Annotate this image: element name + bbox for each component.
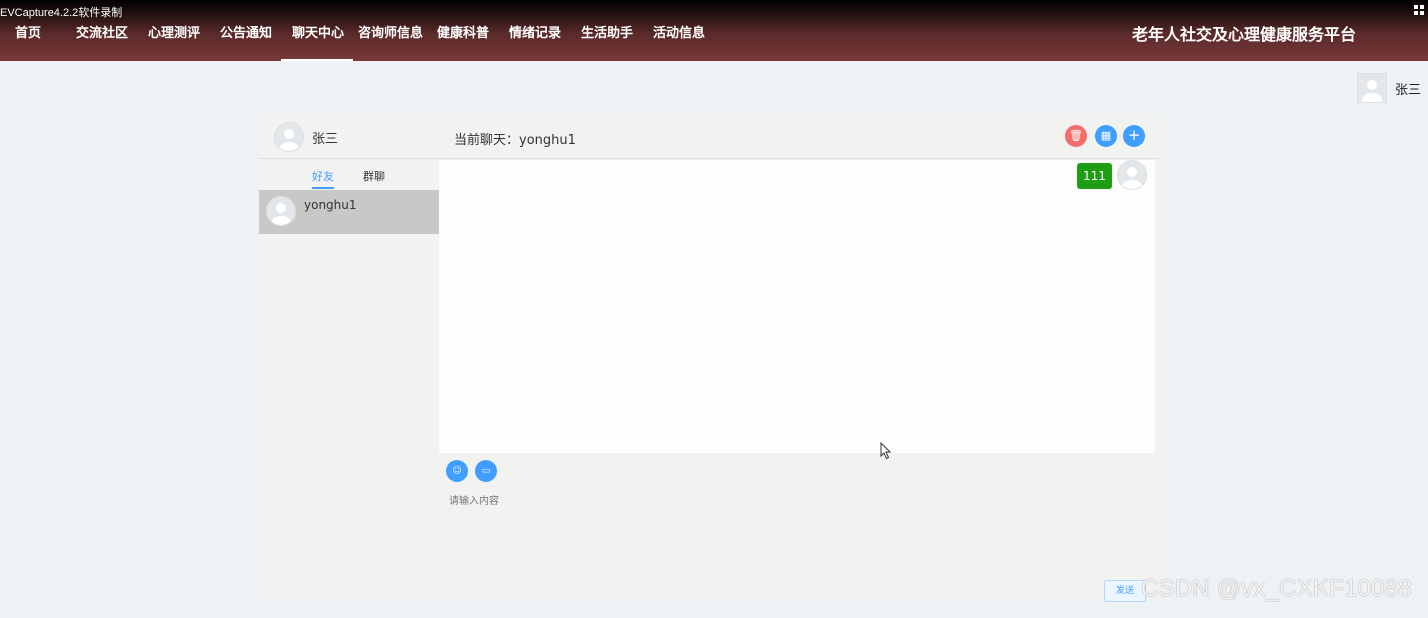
trash-icon[interactable]: 🗑 <box>1065 125 1087 147</box>
recorder-label: EVCapture4.2.2软件录制 <box>0 7 123 19</box>
nav-item-notices[interactable]: 公告通知 <box>220 22 272 41</box>
contact-tabs: 好友 群聊 <box>259 160 439 190</box>
nav-item-community[interactable]: 交流社区 <box>76 22 128 41</box>
chat-header: 张三 当前聊天：yonghu1 🗑 ▦ + <box>259 114 1159 159</box>
my-avatar-icon <box>274 122 304 152</box>
friend-name: yonghu1 <box>304 198 357 212</box>
contact-sidebar: 好友 群聊 yonghu1 <box>259 160 439 598</box>
nav-item-activities[interactable]: 活动信息 <box>653 22 705 41</box>
message-input[interactable] <box>449 492 1149 572</box>
site-brand: 老年人社交及心理健康服务平台 <box>1131 25 1356 44</box>
tab-groups[interactable]: 群聊 <box>363 168 385 184</box>
message-list[interactable]: 111 <box>439 160 1155 453</box>
chat-panel: 张三 当前聊天：yonghu1 🗑 ▦ + 好友 群聊 yonghu1 111 … <box>259 114 1159 602</box>
user-name: 张三 <box>1395 82 1422 98</box>
current-chat-title: 当前聊天：yonghu1 <box>454 133 576 148</box>
user-menu[interactable]: 张三 <box>1357 73 1421 103</box>
nav-item-counselors[interactable]: 咨询师信息 <box>358 22 423 41</box>
nav-item-home[interactable]: 首页 <box>15 22 41 41</box>
nav-item-life-helper[interactable]: 生活助手 <box>581 22 633 41</box>
friend-item[interactable]: yonghu1 <box>259 190 439 234</box>
list-icon[interactable]: ▦ <box>1095 125 1117 147</box>
tab-active-indicator <box>312 187 334 189</box>
friend-avatar-icon <box>266 196 296 226</box>
tab-friends[interactable]: 好友 <box>312 168 334 184</box>
watermark: CSDN @vx_CXKF10088 <box>1141 575 1412 602</box>
my-name: 张三 <box>312 131 339 147</box>
plus-icon[interactable]: + <box>1123 125 1145 147</box>
send-button[interactable]: 发送 <box>1104 580 1146 602</box>
top-navbar: EVCapture4.2.2软件录制 首页 交流社区 心理测评 公告通知 聊天中… <box>0 0 1428 61</box>
my-profile: 张三 <box>274 122 338 152</box>
nav-active-indicator <box>281 59 353 61</box>
nav-item-health-science[interactable]: 健康科普 <box>437 22 489 41</box>
folder-icon[interactable]: ▭ <box>475 460 497 482</box>
emoji-icon[interactable]: ☺ <box>446 460 468 482</box>
nav-item-mood-log[interactable]: 情绪记录 <box>509 22 561 41</box>
message-bubble: 111 <box>1077 163 1112 189</box>
grid-icon <box>1414 5 1424 15</box>
message-avatar-icon <box>1117 160 1147 190</box>
avatar-icon <box>1357 73 1387 103</box>
nav-item-psych-test[interactable]: 心理测评 <box>148 22 200 41</box>
mouse-cursor-icon <box>880 442 892 460</box>
nav-item-chat-center[interactable]: 聊天中心 <box>292 22 344 41</box>
